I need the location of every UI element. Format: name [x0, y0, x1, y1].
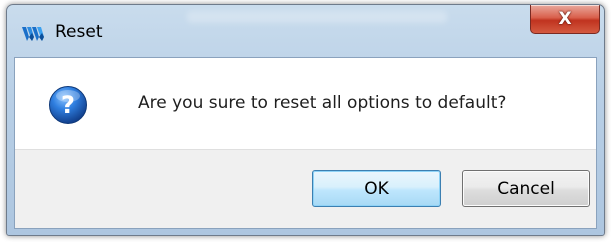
cancel-button[interactable]: Cancel: [462, 170, 590, 207]
message-area: ? Are you sure to reset all options to d…: [15, 58, 596, 151]
app-logo-icon: [22, 27, 44, 41]
title-bar[interactable]: Reset X: [7, 5, 604, 57]
reset-dialog-window: Reset X ? Are you sure to reset all opti…: [6, 4, 605, 236]
question-icon: ?: [49, 86, 87, 124]
button-bar: OK Cancel: [15, 149, 596, 228]
title-bar-background-blur: [187, 11, 447, 23]
ok-button[interactable]: OK: [312, 170, 441, 207]
close-icon: X: [558, 9, 572, 29]
dialog-content: ? Are you sure to reset all options to d…: [14, 57, 597, 229]
window-title: Reset: [55, 22, 103, 42]
close-button[interactable]: X: [530, 5, 600, 34]
confirmation-message: Are you sure to reset all options to def…: [138, 93, 507, 113]
svg-text:?: ?: [61, 91, 75, 119]
